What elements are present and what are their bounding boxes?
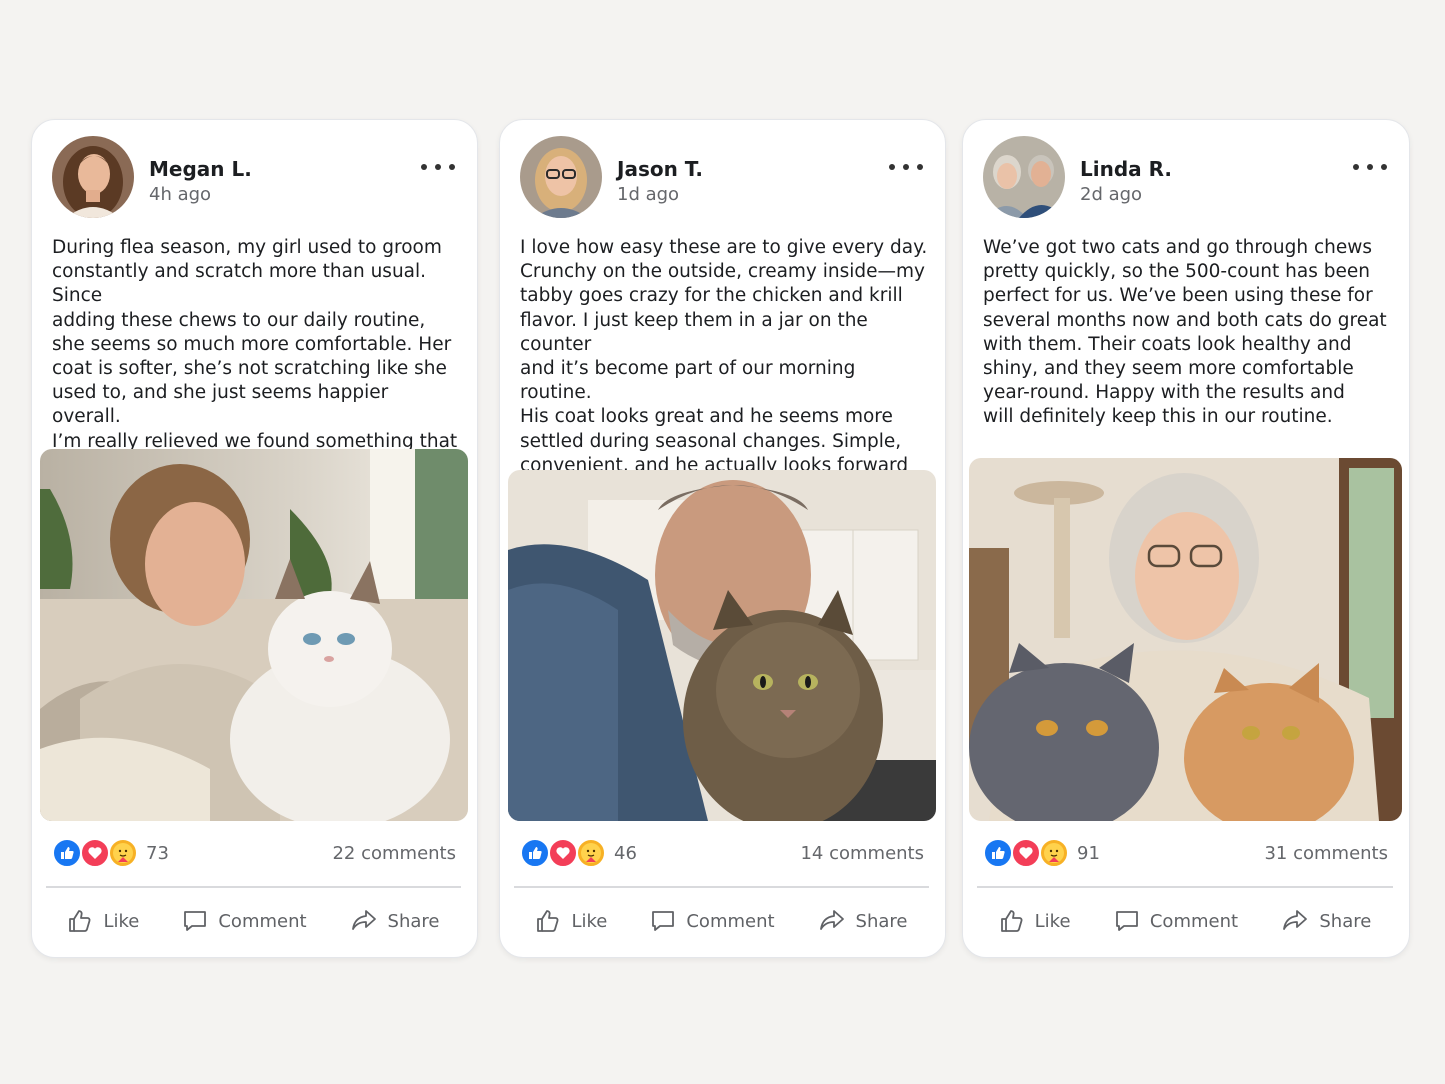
post-actions: Like Comment Share <box>46 900 461 942</box>
like-button[interactable]: Like <box>535 908 607 934</box>
author-name[interactable]: Jason T. <box>617 157 703 181</box>
avatar[interactable] <box>52 136 134 218</box>
comment-icon <box>1115 911 1138 931</box>
author-name[interactable]: Linda R. <box>1080 157 1172 181</box>
comment-icon <box>652 911 675 931</box>
love-reaction-icon <box>548 838 578 868</box>
care-reaction-icon <box>108 838 138 868</box>
post-card: Linda R. 2d ago We’ve got two cats and g… <box>962 119 1410 958</box>
post-actions: Like Comment Share <box>514 900 929 942</box>
post-time[interactable]: 4h ago <box>149 184 211 205</box>
love-reaction-icon <box>80 838 110 868</box>
share-icon <box>819 910 844 930</box>
thumbs-up-icon <box>1000 910 1023 932</box>
divider <box>46 886 461 888</box>
share-button[interactable]: Share <box>818 908 908 934</box>
like-label: Like <box>571 910 608 932</box>
reaction-count: 73 <box>146 842 169 864</box>
post-time[interactable]: 1d ago <box>617 184 679 205</box>
like-label: Like <box>103 910 140 932</box>
more-options-icon[interactable] <box>421 156 455 178</box>
post-text: We’ve got two cats and go through chews … <box>983 237 1387 428</box>
reaction-count: 91 <box>1077 842 1100 864</box>
like-button[interactable]: Like <box>67 908 139 934</box>
reactions-summary[interactable]: 91 <box>983 838 1100 868</box>
comments-count[interactable]: 14 comments <box>800 843 924 864</box>
care-reaction-icon <box>1039 838 1069 868</box>
comment-button[interactable]: Comment <box>650 908 775 934</box>
share-button[interactable]: Share <box>350 908 440 934</box>
like-label: Like <box>1034 910 1071 932</box>
comments-count[interactable]: 31 comments <box>1264 843 1388 864</box>
comment-label: Comment <box>218 910 307 932</box>
comment-button[interactable]: Comment <box>182 908 307 934</box>
thumbs-up-icon <box>537 910 559 932</box>
author-name[interactable]: Megan L. <box>149 157 252 181</box>
like-reaction-icon <box>52 838 82 868</box>
post-text: I love how easy these are to give every … <box>520 237 928 500</box>
comment-label: Comment <box>1149 910 1239 932</box>
post-actions: Like Comment Share <box>977 900 1393 942</box>
post-text: During flea season, my girl used to groo… <box>52 237 458 476</box>
more-options-icon[interactable] <box>889 156 923 178</box>
post-card: Megan L. 4h ago During flea season, my g… <box>31 119 478 958</box>
reactions-summary[interactable]: 73 <box>52 838 169 868</box>
reactions-summary[interactable]: 46 <box>520 838 637 868</box>
comment-label: Comment <box>686 910 775 932</box>
reaction-count: 46 <box>614 842 637 864</box>
avatar[interactable] <box>520 136 602 218</box>
comments-count[interactable]: 22 comments <box>332 843 456 864</box>
share-label: Share <box>855 910 908 932</box>
divider <box>514 886 929 888</box>
more-options-icon[interactable] <box>1353 156 1387 178</box>
post-card: Jason T. 1d ago I love how easy these ar… <box>499 119 946 958</box>
like-reaction-icon <box>520 838 550 868</box>
share-icon <box>1283 910 1308 930</box>
comment-button[interactable]: Comment <box>1114 908 1238 934</box>
post-time[interactable]: 2d ago <box>1080 184 1142 205</box>
share-icon <box>351 910 376 930</box>
post-photo[interactable] <box>508 470 936 821</box>
share-button[interactable]: Share <box>1281 908 1371 934</box>
share-label: Share <box>387 910 440 932</box>
post-photo[interactable] <box>40 449 468 821</box>
share-label: Share <box>1319 910 1372 932</box>
like-button[interactable]: Like <box>999 908 1071 934</box>
thumbs-up-icon <box>69 910 91 932</box>
avatar[interactable] <box>983 136 1065 218</box>
care-reaction-icon <box>576 838 606 868</box>
post-photo[interactable] <box>969 458 1402 821</box>
love-reaction-icon <box>1011 838 1041 868</box>
divider <box>977 886 1393 888</box>
like-reaction-icon <box>983 838 1013 868</box>
comment-icon <box>184 911 207 931</box>
